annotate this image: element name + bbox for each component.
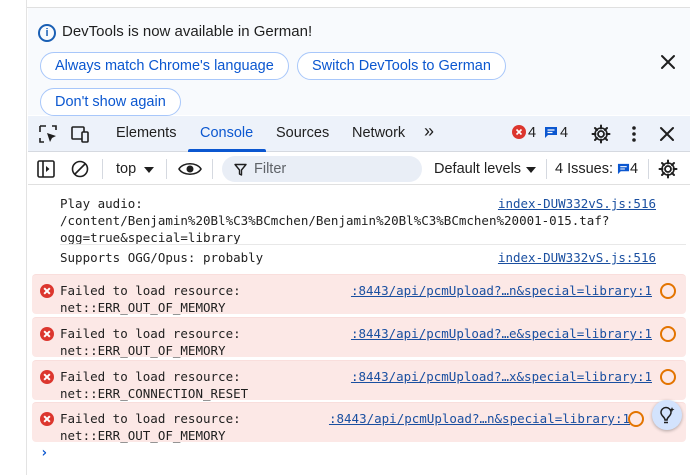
main-toolbar: Elements Console Sources Network » 4 4 <box>28 116 690 152</box>
message-text: Failed to load resource: net::ERR_CONNEC… <box>60 369 249 401</box>
network-request-icon[interactable] <box>660 326 676 342</box>
chevron-down-icon[interactable] <box>144 166 154 174</box>
message-text: Supports OGG/Opus: probably <box>60 250 264 265</box>
close-icon[interactable] <box>658 52 678 72</box>
log-levels-dropdown[interactable]: Default levels <box>434 161 521 177</box>
device-toolbar-icon[interactable] <box>70 124 90 144</box>
error-icon <box>40 370 54 384</box>
console-message: Play audio: /content/Benjamin%20Bl%C3%BC… <box>28 188 690 245</box>
page-left-strip <box>0 0 27 475</box>
message-text: Failed to load resource: net::ERR_OUT_OF… <box>60 326 241 358</box>
issues-label[interactable]: 4 Issues: <box>555 161 613 177</box>
lightbulb-sparkle-icon <box>660 406 675 424</box>
settings-gear-icon[interactable] <box>591 124 611 144</box>
toolbar-divider <box>648 159 649 179</box>
clear-console-icon[interactable] <box>70 159 90 179</box>
ai-assistance-button[interactable] <box>652 400 682 430</box>
filter-input[interactable] <box>222 156 422 182</box>
console-toolbar: top Default levels 4 Issues: 4 <box>28 153 690 185</box>
message-source-link[interactable]: index-DUW332vS.js:516 <box>498 249 656 266</box>
tab-elements[interactable]: Elements <box>116 125 176 141</box>
chevron-down-icon[interactable] <box>526 166 536 174</box>
devtools-panel: i DevTools is now available in German! A… <box>28 8 690 475</box>
toolbar-divider <box>102 159 103 179</box>
filter-funnel-icon <box>234 163 247 176</box>
sidebar-toggle-icon[interactable] <box>36 159 56 179</box>
console-error-message: Failed to load resource: net::ERR_OUT_OF… <box>32 274 686 315</box>
language-infobar: i DevTools is now available in German! A… <box>28 8 690 116</box>
issues-message-icon[interactable] <box>617 163 630 175</box>
tab-console[interactable]: Console <box>200 125 253 141</box>
network-request-icon[interactable] <box>660 283 676 299</box>
message-count[interactable]: 4 <box>560 125 568 141</box>
tab-sources[interactable]: Sources <box>276 125 329 141</box>
error-count[interactable]: 4 <box>528 125 536 141</box>
network-request-icon[interactable] <box>628 411 644 427</box>
console-prompt[interactable]: › <box>40 445 48 461</box>
message-source-link[interactable]: :8443/api/pcmUpload?…e&special=library:1 <box>351 325 652 342</box>
error-icon <box>40 284 54 298</box>
toolbar-divider <box>546 159 547 179</box>
close-devtools-icon[interactable] <box>657 124 677 144</box>
always-match-language-button[interactable]: Always match Chrome's language <box>40 52 289 80</box>
active-tab-indicator <box>188 149 266 152</box>
console-message: Supports OGG/Opus: probably index-DUW332… <box>28 245 690 273</box>
context-selector[interactable]: top <box>116 161 136 177</box>
more-options-icon[interactable] <box>624 124 644 144</box>
message-count-icon[interactable] <box>544 126 558 139</box>
issues-count[interactable]: 4 <box>630 161 638 177</box>
message-source-link[interactable]: index-DUW332vS.js:516 <box>498 195 656 212</box>
console-settings-gear-icon[interactable] <box>658 159 678 179</box>
tab-network[interactable]: Network <box>352 125 405 141</box>
info-icon: i <box>38 24 56 42</box>
message-text: Failed to load resource: net::ERR_OUT_OF… <box>60 283 241 315</box>
live-expression-eye-icon[interactable] <box>178 159 202 179</box>
console-error-message: Failed to load resource: net::ERR_CONNEC… <box>32 360 686 401</box>
more-tabs-chevron-icon[interactable]: » <box>424 121 434 142</box>
error-count-icon[interactable] <box>512 125 526 139</box>
error-icon <box>40 412 54 426</box>
message-text: Failed to load resource: net::ERR_OUT_OF… <box>60 411 241 443</box>
message-source-link[interactable]: :8443/api/pcmUpload?…x&special=library:1 <box>351 368 652 385</box>
message-source-link[interactable]: :8443/api/pcmUpload?…n&special=library:1 <box>351 282 652 299</box>
switch-devtools-language-button[interactable]: Switch DevTools to German <box>297 52 506 80</box>
toolbar-divider <box>166 159 167 179</box>
dont-show-again-button[interactable]: Don't show again <box>40 88 181 116</box>
network-request-icon[interactable] <box>660 369 676 385</box>
infobar-message: DevTools is now available in German! <box>62 23 313 40</box>
message-source-link[interactable]: :8443/api/pcmUpload?…n&special=library:1 <box>329 410 630 427</box>
inspect-element-icon[interactable] <box>38 124 58 144</box>
toolbar-divider <box>212 159 213 179</box>
console-error-message: Failed to load resource: net::ERR_OUT_OF… <box>32 317 686 358</box>
error-icon <box>40 327 54 341</box>
console-error-message: Failed to load resource: net::ERR_OUT_OF… <box>32 402 686 443</box>
